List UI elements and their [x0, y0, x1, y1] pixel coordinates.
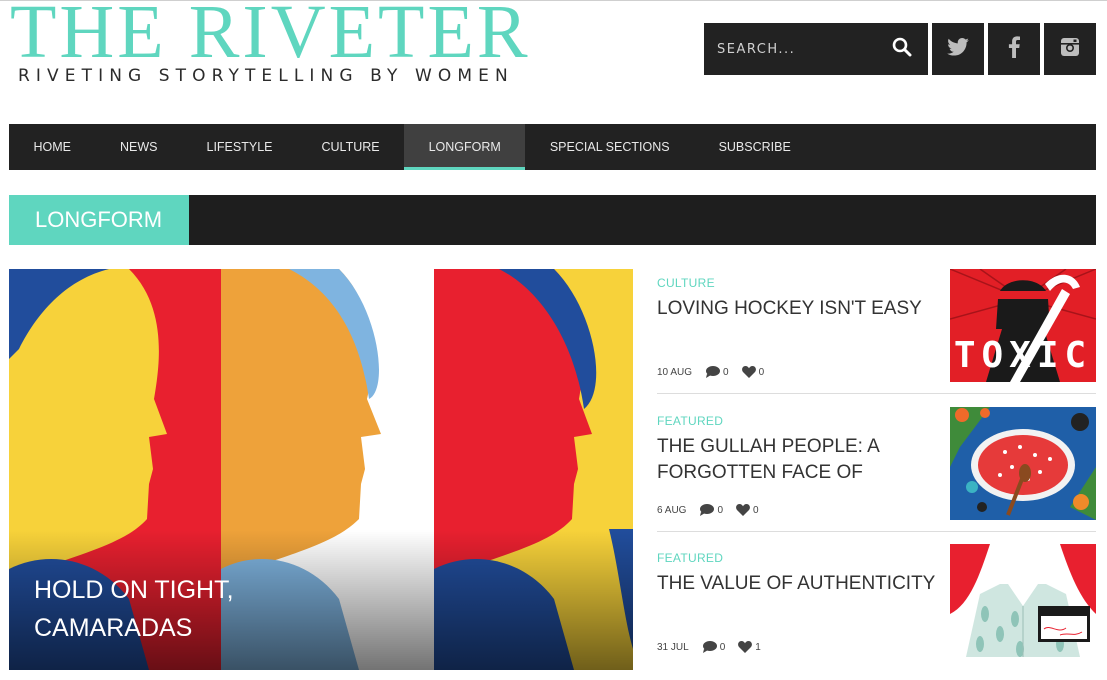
comment-icon [699, 504, 715, 516]
post-title[interactable]: LOVING HOCKEY ISN'T EASY [657, 296, 937, 322]
post-item: FEATURED THE GULLAH PEOPLE: A FORGOTTEN … [657, 407, 1096, 531]
facebook-button[interactable] [988, 23, 1040, 75]
feature-title[interactable]: HOLD ON TIGHT, CAMARADAS [34, 571, 374, 647]
search-input[interactable] [717, 41, 877, 57]
search-box [704, 23, 928, 75]
comment-icon [705, 366, 721, 378]
like-count: 0 [753, 504, 759, 516]
post-meta: 31 JUL 0 1 [657, 641, 761, 653]
section-header: LONGFORM [9, 195, 1096, 245]
main-nav: HOME NEWS LIFESTYLE CULTURE LONGFORM SPE… [9, 124, 1096, 170]
post-divider [657, 393, 1096, 394]
nav-item-news[interactable]: NEWS [96, 124, 183, 170]
post-thumbnail[interactable]: TOXIC [950, 269, 1096, 382]
post-meta: 6 AUG 0 0 [657, 504, 759, 516]
comment-count[interactable]: 0 [717, 505, 723, 516]
thumb-toxic-text: TOXIC [954, 335, 1092, 376]
comment-count[interactable]: 0 [723, 367, 729, 378]
post-category[interactable]: FEATURED [657, 551, 723, 565]
heart-icon[interactable] [738, 641, 753, 653]
heart-icon[interactable] [736, 504, 750, 516]
nav-item-subscribe[interactable]: SUBSCRIBE [694, 124, 815, 170]
post-thumbnail[interactable] [950, 544, 1096, 657]
feature-article[interactable]: HOLD ON TIGHT, CAMARADAS [9, 269, 633, 670]
nav-item-special-sections[interactable]: SPECIAL SECTIONS [525, 124, 694, 170]
post-date: 31 JUL [657, 641, 689, 653]
nav-item-culture[interactable]: CULTURE [297, 124, 404, 170]
comment-icon [702, 641, 717, 653]
like-count: 1 [755, 641, 761, 653]
like-count: 0 [758, 366, 765, 378]
twitter-icon [947, 37, 969, 61]
site-tagline: RIVETING STORYTELLING BY WOMEN [18, 66, 514, 86]
post-category[interactable]: FEATURED [657, 414, 723, 428]
nav-item-lifestyle[interactable]: LIFESTYLE [182, 124, 297, 170]
search-icon[interactable] [892, 37, 912, 62]
post-date: 6 AUG [657, 504, 687, 516]
nav-item-home[interactable]: HOME [9, 124, 96, 170]
post-title[interactable]: THE GULLAH PEOPLE: A FORGOTTEN FACE OF [657, 434, 937, 486]
post-category[interactable]: CULTURE [657, 276, 715, 290]
heart-icon[interactable] [741, 366, 756, 378]
instagram-icon [1060, 37, 1080, 62]
post-item: CULTURE LOVING HOCKEY ISN'T EASY 10 AUG … [657, 269, 1096, 393]
comment-count[interactable]: 0 [720, 642, 726, 653]
twitter-button[interactable] [932, 23, 984, 75]
post-item: FEATURED THE VALUE OF AUTHENTICITY 31 JU… [657, 544, 1096, 668]
post-thumbnail[interactable] [950, 407, 1096, 520]
facebook-icon [1008, 35, 1020, 63]
post-meta: 10 AUG 0 0 [657, 366, 764, 378]
nav-item-longform[interactable]: LONGFORM [404, 124, 526, 170]
post-date: 10 AUG [657, 366, 693, 378]
header-tools [704, 23, 1096, 75]
section-title: LONGFORM [9, 195, 189, 245]
instagram-button[interactable] [1044, 23, 1096, 75]
post-title[interactable]: THE VALUE OF AUTHENTICITY [657, 571, 937, 597]
post-divider [657, 531, 1096, 532]
site-logo[interactable]: THE RIVETER [10, 0, 531, 70]
